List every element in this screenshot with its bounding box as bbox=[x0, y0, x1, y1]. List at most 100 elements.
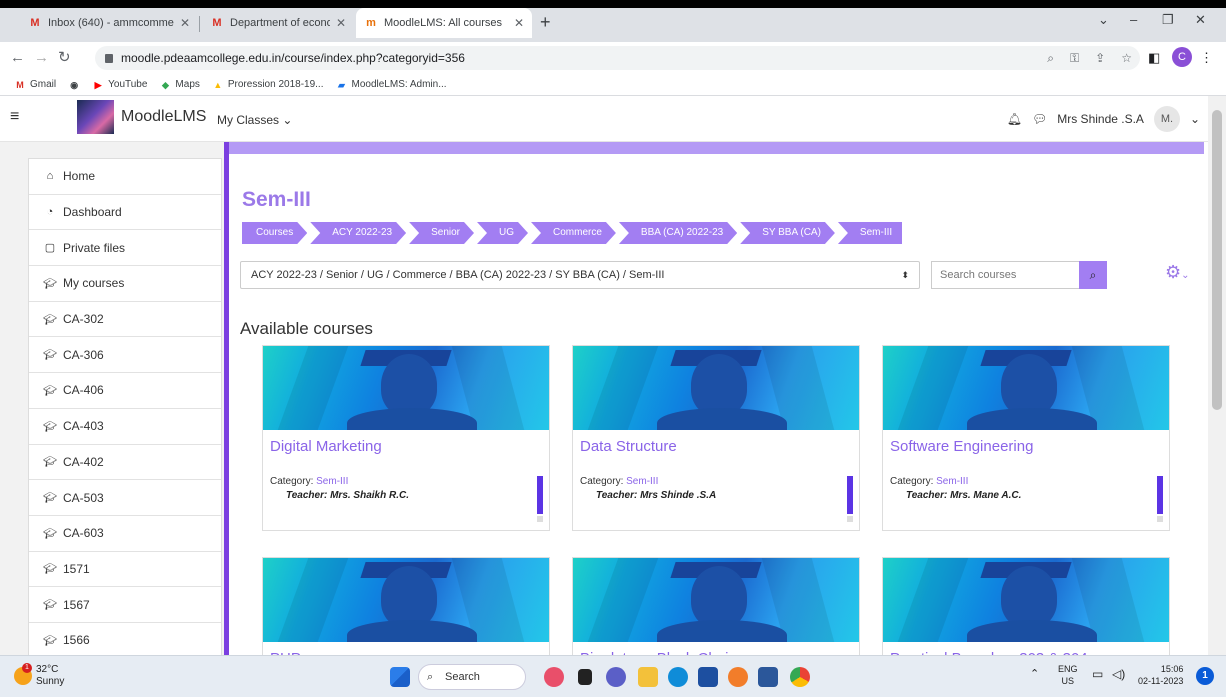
site-logo[interactable] bbox=[77, 100, 114, 134]
chat-icon[interactable] bbox=[606, 667, 626, 687]
course-name-link[interactable]: PHP bbox=[263, 642, 549, 655]
summary-scrollbar[interactable] bbox=[847, 476, 853, 514]
share-icon[interactable]: ⇪ bbox=[1095, 51, 1105, 66]
language-indicator[interactable]: ENG US bbox=[1058, 663, 1078, 687]
profile-avatar[interactable]: C bbox=[1172, 47, 1192, 67]
side-panel-icon[interactable]: ◧ bbox=[1148, 50, 1160, 66]
volume-icon[interactable]: ◁) bbox=[1112, 668, 1125, 680]
widgets-icon[interactable] bbox=[544, 667, 564, 687]
minimize-button[interactable]: – bbox=[1130, 12, 1137, 27]
close-window-button[interactable]: ✕ bbox=[1195, 12, 1206, 28]
firefox-icon[interactable] bbox=[728, 667, 748, 687]
sidebar-item-course[interactable]: 🎓︎ CA-406 bbox=[29, 373, 221, 409]
notification-badge[interactable]: 1 bbox=[1196, 667, 1214, 685]
breadcrumb-item[interactable]: Sem-III bbox=[837, 222, 903, 244]
category-link[interactable]: Sem-III bbox=[626, 476, 658, 487]
sidebar-item-course[interactable]: 🎓︎ 1571 bbox=[29, 552, 221, 588]
forward-icon[interactable]: → bbox=[34, 50, 49, 65]
file-explorer-icon[interactable] bbox=[638, 667, 658, 687]
bookmark-maps[interactable]: ◆ Maps bbox=[159, 79, 200, 90]
bookmark-moodle-admin[interactable]: ▰ MoodleLMS: Admin... bbox=[336, 79, 447, 90]
sidebar-item-dashboard[interactable]: ◔ Dashboard bbox=[29, 195, 221, 231]
course-name-link[interactable]: Big data or Block Chain bbox=[573, 642, 859, 655]
sidebar-item-course[interactable]: 🎓︎ CA-503 bbox=[29, 480, 221, 516]
site-name[interactable]: MoodleLMS bbox=[121, 108, 206, 126]
chevron-down-icon[interactable]: ⌄ bbox=[1190, 112, 1200, 126]
scrollbar-thumb[interactable] bbox=[1212, 110, 1222, 410]
search-button[interactable]: ⌕ bbox=[1079, 261, 1107, 289]
search-courses-input[interactable]: Search courses bbox=[931, 261, 1079, 289]
bookmark-youtube[interactable]: ▶ YouTube bbox=[92, 79, 148, 90]
course-name-link[interactable]: Data Structure bbox=[573, 430, 859, 464]
sidebar-item-course[interactable]: 🎓︎ CA-402 bbox=[29, 445, 221, 481]
word-icon[interactable] bbox=[758, 667, 778, 687]
breadcrumb-item[interactable]: BBA (CA) 2022-23 bbox=[619, 222, 737, 244]
course-name-link[interactable]: Software Engineering bbox=[883, 430, 1169, 464]
course-card[interactable]: Big data or Block Chain bbox=[572, 557, 860, 655]
messages-icon[interactable]: 💬︎ bbox=[1032, 112, 1047, 126]
close-icon[interactable]: ✕ bbox=[336, 16, 346, 30]
tab-gmail-inbox[interactable]: M Inbox (640) - ammcommerce20 ✕ bbox=[20, 8, 198, 38]
breadcrumb-item[interactable]: Courses bbox=[242, 222, 307, 244]
hamburger-menu-icon[interactable]: ≡ bbox=[10, 108, 26, 126]
course-card[interactable]: Data Structure Category: Sem-III Teacher… bbox=[572, 345, 860, 531]
sidebar-item-course[interactable]: 🎓︎ CA-306 bbox=[29, 337, 221, 374]
sidebar-item-home[interactable]: ⌂ Home bbox=[29, 159, 221, 195]
tab-department-economics[interactable]: M Department of economics : Rem ✕ bbox=[202, 8, 354, 38]
sidebar-item-course[interactable]: 🎓︎ CA-603 bbox=[29, 516, 221, 552]
user-name[interactable]: Mrs Shinde .S.A bbox=[1057, 112, 1144, 126]
settings-gear-icon[interactable]: ⚙⌄ bbox=[1165, 262, 1190, 283]
bookmark-star-icon[interactable]: ☆ bbox=[1121, 51, 1132, 66]
back-icon[interactable]: ← bbox=[10, 50, 25, 65]
search-icon[interactable]: ⌕ bbox=[1047, 51, 1054, 66]
sidebar-item-private-files[interactable]: ▢ Private files bbox=[29, 230, 221, 267]
bookmark-chrome[interactable]: ◉ bbox=[68, 80, 80, 90]
clock[interactable]: 15:06 02-11-2023 bbox=[1138, 663, 1183, 687]
breadcrumb-item[interactable]: Commerce bbox=[531, 222, 616, 244]
my-classes-menu[interactable]: My Classes ⌄ bbox=[217, 113, 292, 127]
store-icon[interactable] bbox=[698, 667, 718, 687]
weather-widget[interactable]: 32°C Sunny bbox=[36, 664, 64, 688]
menu-dots-icon[interactable]: ⋮ bbox=[1200, 50, 1213, 66]
sidebar-item-course[interactable]: 🎓︎ 1566 bbox=[29, 623, 221, 655]
url-bar[interactable]: moodle.pdeaamcollege.edu.in/course/index… bbox=[95, 46, 1140, 70]
close-icon[interactable]: ✕ bbox=[514, 16, 524, 30]
key-icon[interactable]: ⚿ bbox=[1070, 51, 1079, 66]
category-link[interactable]: Sem-III bbox=[316, 476, 348, 487]
sidebar-item-course[interactable]: 🎓︎ CA-403 bbox=[29, 409, 221, 445]
windows-start-icon[interactable] bbox=[390, 667, 410, 687]
course-card[interactable]: Practical Based on 303 & 304 bbox=[882, 557, 1170, 655]
breadcrumb-item[interactable]: UG bbox=[477, 222, 528, 244]
network-icon[interactable]: ▭ bbox=[1092, 668, 1103, 680]
category-link[interactable]: Sem-III bbox=[936, 476, 968, 487]
chrome-icon[interactable] bbox=[790, 667, 810, 687]
notification-bell-icon[interactable]: 🔔︎ bbox=[1007, 112, 1022, 126]
new-tab-button[interactable]: + bbox=[540, 13, 551, 31]
course-card[interactable]: Digital Marketing Category: Sem-III Teac… bbox=[262, 345, 550, 531]
taskbar-search[interactable]: ⌕ Search bbox=[418, 664, 526, 690]
close-icon[interactable]: ✕ bbox=[180, 16, 190, 30]
user-avatar[interactable]: M. bbox=[1153, 106, 1180, 132]
sidebar-item-course[interactable]: 🎓︎ CA-302 bbox=[29, 302, 221, 338]
sidebar-item-course[interactable]: 🎓︎ 1567 bbox=[29, 587, 221, 623]
task-view-icon[interactable] bbox=[578, 669, 592, 685]
category-select[interactable]: ACY 2022-23 / Senior / UG / Commerce / B… bbox=[240, 261, 920, 289]
breadcrumb-item[interactable]: Senior bbox=[409, 222, 474, 244]
breadcrumb-item[interactable]: ACY 2022-23 bbox=[310, 222, 406, 244]
edge-icon[interactable] bbox=[668, 667, 688, 687]
tab-search-chevron-icon[interactable]: ⌄ bbox=[1098, 12, 1109, 28]
reload-icon[interactable]: ↻ bbox=[58, 50, 71, 65]
page-scrollbar[interactable] bbox=[1208, 96, 1226, 655]
breadcrumb-item[interactable]: SY BBA (CA) bbox=[740, 222, 835, 244]
course-name-link[interactable]: Practical Based on 303 & 304 bbox=[883, 642, 1169, 655]
summary-scrollbar[interactable] bbox=[537, 476, 543, 514]
sidebar-item-my-courses[interactable]: 🎓︎ My courses bbox=[29, 266, 221, 302]
course-name-link[interactable]: Digital Marketing bbox=[263, 430, 549, 464]
course-card[interactable]: Software Engineering Category: Sem-III T… bbox=[882, 345, 1170, 531]
summary-scrollbar[interactable] bbox=[1157, 476, 1163, 514]
bookmark-gmail[interactable]: M Gmail bbox=[14, 79, 56, 90]
tab-moodle-courses[interactable]: m MoodleLMS: All courses ✕ bbox=[356, 8, 532, 38]
bookmark-proression[interactable]: ▲ Proression 2018-19... bbox=[212, 79, 323, 90]
restore-button[interactable]: ❐ bbox=[1162, 12, 1174, 28]
course-card[interactable]: PHP bbox=[262, 557, 550, 655]
